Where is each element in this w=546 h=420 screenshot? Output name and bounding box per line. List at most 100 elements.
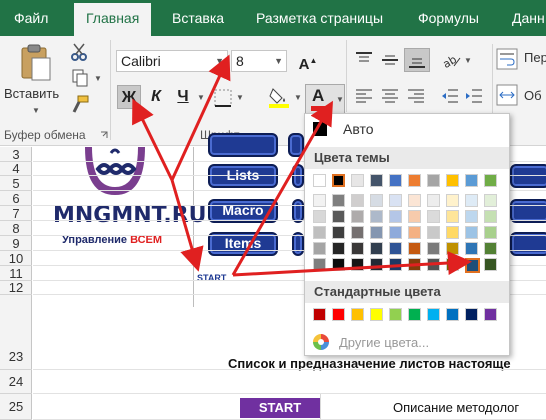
nav-button-right-partial[interactable] xyxy=(510,164,546,188)
theme-shade-swatch[interactable] xyxy=(408,226,421,239)
align-bottom-button[interactable] xyxy=(404,48,430,72)
row-header[interactable]: 5 xyxy=(0,176,32,191)
theme-shade-swatch[interactable] xyxy=(389,210,402,223)
font-size-combo[interactable]: 8 ▼ xyxy=(231,50,287,72)
theme-color-swatch[interactable] xyxy=(370,174,383,187)
theme-shade-swatch[interactable] xyxy=(427,226,440,239)
row-header[interactable]: 12 xyxy=(0,281,32,295)
more-colors-option[interactable]: Другие цвета... xyxy=(305,332,509,354)
row-header[interactable]: 11 xyxy=(0,266,32,281)
tab-home[interactable]: Главная xyxy=(74,3,152,36)
align-right-icon[interactable] xyxy=(406,86,426,106)
theme-shade-swatch[interactable] xyxy=(370,242,383,255)
theme-shade-swatch[interactable] xyxy=(465,242,478,255)
orientation-dropdown-icon[interactable]: ▼ xyxy=(464,56,472,65)
standard-color-swatch[interactable] xyxy=(389,308,402,321)
theme-shade-swatch[interactable] xyxy=(389,242,402,255)
standard-color-swatch[interactable] xyxy=(446,308,459,321)
chevron-down-icon[interactable]: ▼ xyxy=(274,51,283,71)
row-header[interactable]: 7 xyxy=(0,206,32,221)
theme-shade-swatch[interactable] xyxy=(351,226,364,239)
fill-color-dropdown-icon[interactable]: ▼ xyxy=(294,93,302,102)
row-header[interactable]: 24 xyxy=(0,370,32,394)
theme-shade-swatch[interactable] xyxy=(446,242,459,255)
theme-shade-swatch[interactable] xyxy=(389,194,402,207)
tab-file[interactable]: Файл xyxy=(14,0,48,36)
standard-color-swatch[interactable] xyxy=(370,308,383,321)
decrease-indent-icon[interactable] xyxy=(440,86,460,106)
standard-color-swatch[interactable] xyxy=(427,308,440,321)
borders-icon[interactable] xyxy=(214,89,232,107)
theme-shade-swatch[interactable] xyxy=(313,258,326,271)
standard-color-swatch[interactable] xyxy=(408,308,421,321)
theme-shade-swatch[interactable] xyxy=(446,194,459,207)
nav-button-top-right-partial[interactable] xyxy=(288,133,304,157)
row-header[interactable]: 25 xyxy=(0,394,32,420)
copy-dropdown-icon[interactable]: ▼ xyxy=(94,74,102,83)
nav-button-partial[interactable] xyxy=(292,164,304,188)
theme-shade-swatch[interactable] xyxy=(446,226,459,239)
theme-shade-swatch[interactable] xyxy=(484,226,497,239)
theme-shade-swatch[interactable] xyxy=(446,210,459,223)
wrap-text-icon[interactable] xyxy=(496,48,518,70)
borders-dropdown-icon[interactable]: ▼ xyxy=(236,93,244,102)
theme-shade-swatch[interactable] xyxy=(408,242,421,255)
row-header[interactable]: 9 xyxy=(0,236,32,251)
theme-color-swatch[interactable] xyxy=(408,174,421,187)
font-color-dropdown-icon[interactable]: ▼ xyxy=(336,95,344,104)
theme-shade-swatch[interactable] xyxy=(332,194,345,207)
paste-button[interactable]: Вставить ▼ xyxy=(4,40,68,115)
theme-shade-swatch[interactable] xyxy=(313,194,326,207)
theme-shade-swatch[interactable] xyxy=(332,258,345,271)
theme-color-swatch[interactable] xyxy=(351,174,364,187)
cut-icon[interactable] xyxy=(70,42,90,62)
theme-color-swatch[interactable] xyxy=(332,174,345,187)
theme-shade-swatch[interactable] xyxy=(408,258,421,271)
theme-shade-swatch[interactable] xyxy=(370,226,383,239)
underline-button[interactable]: Ч xyxy=(171,85,195,109)
start-badge[interactable]: START xyxy=(240,398,320,418)
theme-shade-swatch[interactable] xyxy=(446,258,459,271)
align-top-icon[interactable] xyxy=(354,50,374,70)
align-left-icon[interactable] xyxy=(354,86,374,106)
increase-indent-icon[interactable] xyxy=(464,86,484,106)
nav-button-top-partial[interactable] xyxy=(208,133,278,157)
paste-dropdown-icon[interactable]: ▼ xyxy=(32,106,40,115)
copy-icon[interactable] xyxy=(70,68,90,88)
row-header[interactable]: 4 xyxy=(0,162,32,176)
theme-color-swatch[interactable] xyxy=(484,174,497,187)
align-center-icon[interactable] xyxy=(380,86,400,106)
standard-color-swatch[interactable] xyxy=(332,308,345,321)
bold-button[interactable]: Ж xyxy=(117,85,141,109)
theme-shade-swatch[interactable] xyxy=(465,210,478,223)
font-color-button[interactable]: A ▼ xyxy=(305,84,345,114)
theme-shade-swatch[interactable] xyxy=(389,226,402,239)
tab-insert[interactable]: Вставка xyxy=(172,0,224,36)
merge-center-icon[interactable] xyxy=(496,84,518,106)
theme-shade-swatch[interactable] xyxy=(370,210,383,223)
dialog-launcher-icon[interactable] xyxy=(100,131,108,139)
row-header[interactable]: 3 xyxy=(0,147,32,162)
format-painter-icon[interactable] xyxy=(70,94,90,114)
chevron-down-icon[interactable]: ▼ xyxy=(215,51,224,71)
theme-shade-swatch[interactable] xyxy=(351,210,364,223)
theme-color-swatch[interactable] xyxy=(427,174,440,187)
theme-shade-swatch[interactable] xyxy=(313,226,326,239)
theme-shade-swatch[interactable] xyxy=(351,242,364,255)
theme-shade-swatch[interactable] xyxy=(408,194,421,207)
theme-shade-swatch[interactable] xyxy=(427,210,440,223)
theme-color-swatch[interactable] xyxy=(465,174,478,187)
fill-color-icon[interactable] xyxy=(268,86,290,108)
theme-shade-swatch[interactable] xyxy=(465,226,478,239)
theme-shade-swatch[interactable] xyxy=(370,194,383,207)
row-header[interactable]: 10 xyxy=(0,251,32,266)
orientation-icon[interactable]: ab xyxy=(440,50,462,70)
row-header[interactable]: 23 xyxy=(0,344,32,370)
theme-color-swatch[interactable] xyxy=(313,174,326,187)
theme-shade-swatch[interactable] xyxy=(332,210,345,223)
row-header[interactable]: 6 xyxy=(0,191,32,206)
theme-shade-swatch[interactable] xyxy=(484,242,497,255)
theme-shade-swatch[interactable] xyxy=(389,258,402,271)
theme-shade-swatch[interactable] xyxy=(332,242,345,255)
theme-color-swatch[interactable] xyxy=(389,174,402,187)
